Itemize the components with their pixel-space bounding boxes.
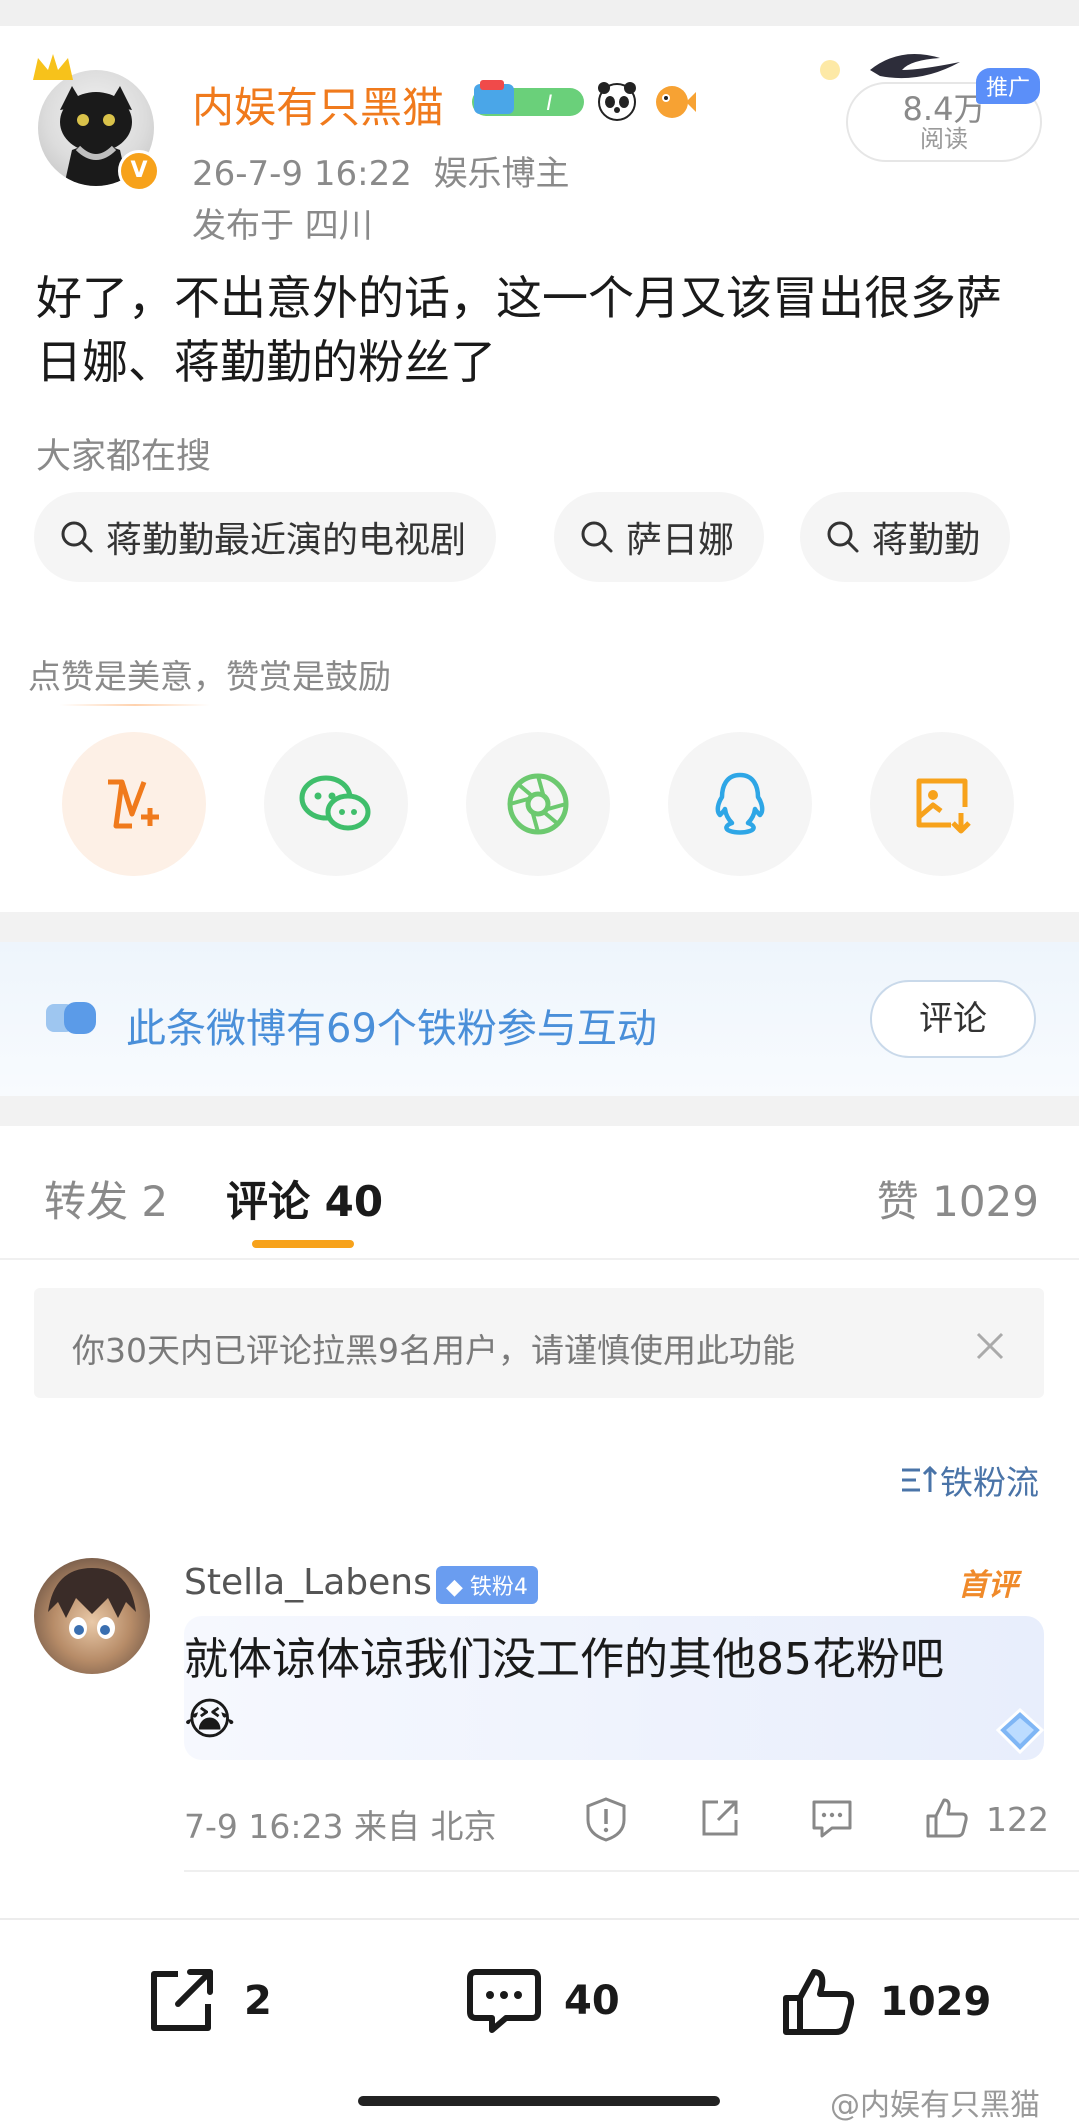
section-divider <box>0 912 1079 942</box>
moments-share-button[interactable] <box>466 732 610 876</box>
save-image-button[interactable] <box>870 732 1014 876</box>
diamond-icon: ◆ <box>446 1575 463 1600</box>
qq-icon <box>715 772 765 835</box>
verified-badge: V <box>118 150 160 192</box>
search-icon <box>827 521 859 553</box>
search-chip-1[interactable]: 蒋勤勤最近演的电视剧 <box>34 492 497 582</box>
qq-share-button[interactable] <box>668 732 812 876</box>
search-chip-3[interactable]: 蒋勤勤 <box>800 492 1011 582</box>
comment-meta: 7-9 16:23 来自 北京 <box>184 1807 497 1846</box>
share-comment-icon[interactable] <box>698 1796 742 1844</box>
read-label: 阅读 <box>920 125 968 153</box>
search-chip-2[interactable]: 萨日娜 <box>554 492 765 582</box>
weibo-watermark: @内娱有只黑猫 <box>830 2088 1040 2123</box>
active-tab-indicator <box>252 1240 354 1248</box>
save-image-icon <box>916 778 971 834</box>
panda-icon <box>596 80 638 126</box>
post-time-role: 26-7-9 16:22 娱乐博主 <box>192 146 569 195</box>
blacklist-notice-text: 你30天内已评论拉黑9名用户，请谨慎使用此功能 <box>72 1331 795 1370</box>
tab-repost[interactable]: 转发 2 <box>44 1168 168 1229</box>
search-icon <box>61 521 93 553</box>
wechat-share-button[interactable] <box>264 732 408 876</box>
post-text: 好了，不出意外的话，这一个月又该冒出很多萨日娜、蒋勤勤的粉丝了 <box>36 271 1002 389</box>
report-icon[interactable] <box>584 1796 628 1846</box>
praise-divider <box>60 704 210 706</box>
reply-icon[interactable] <box>810 1796 854 1844</box>
search-chip-label: 蒋勤勤最近演的电视剧 <box>106 520 467 561</box>
commenter-name[interactable]: Stella_Labens <box>184 1562 432 1603</box>
comment-body: 就体谅体谅我们没工作的其他85花粉吧 <box>184 1634 944 1685</box>
reward-icon <box>108 779 159 829</box>
home-indicator[interactable] <box>358 2096 720 2106</box>
sort-icon <box>902 1465 938 1492</box>
fan-level-badge: ◆ 铁粉4 <box>436 1566 538 1604</box>
post-timestamp: 26-7-9 16:22 <box>192 154 412 194</box>
repost-icon <box>151 1969 213 2031</box>
fan-level-icon: I <box>470 78 588 126</box>
repost-button[interactable]: 2 <box>146 1966 272 2036</box>
crying-emoji: 😭 <box>184 1694 236 1745</box>
wechat-icon <box>299 775 371 831</box>
search-icon <box>581 521 613 553</box>
author-role: 娱乐博主 <box>433 154 570 194</box>
praise-text: 点赞是美意，赞赏是鼓励 <box>28 657 391 696</box>
svg-text:I: I <box>546 90 552 115</box>
fan-comment-button[interactable]: 评论 <box>870 980 1036 1058</box>
comment-like-count: 122 <box>986 1800 1049 1839</box>
fish-icon <box>652 80 696 126</box>
reward-button[interactable] <box>62 732 206 876</box>
fan-bubble-icon <box>46 1000 98 1040</box>
search-chip-label: 蒋勤勤 <box>872 520 981 561</box>
ad-badge: 推广 <box>976 68 1041 104</box>
like-count: 1029 <box>880 1979 992 2025</box>
tab-divider <box>0 1258 1079 1260</box>
first-comment-badge: 首评 <box>958 1568 1018 1603</box>
comment-button[interactable]: 40 <box>466 1966 620 2036</box>
section-divider <box>0 1096 1079 1126</box>
close-icon[interactable] <box>970 1326 1010 1366</box>
post-location: 发布于 四川 <box>192 206 373 246</box>
like-button[interactable]: 1029 <box>780 1966 991 2038</box>
tab-like[interactable]: 赞 1029 <box>877 1168 1039 1229</box>
fan-interaction-text: 此条微博有69个铁粉参与互动 <box>126 1006 657 1052</box>
repost-count: 2 <box>244 1978 272 2024</box>
moments-icon <box>507 773 569 835</box>
tab-comment[interactable]: 评论 40 <box>226 1168 383 1229</box>
author-name[interactable]: 内娱有只黑猫 <box>192 74 444 135</box>
sort-fan-flow[interactable]: 铁粉流 <box>900 1456 1039 1504</box>
comment-text: 就体谅体谅我们没工作的其他85花粉吧 😭 <box>184 1630 1024 1750</box>
search-chip-label: 萨日娜 <box>626 520 735 561</box>
thumbs-up-icon <box>783 1969 855 2035</box>
comment-icon <box>467 1969 541 2033</box>
diamond-decoration-icon <box>990 1706 1050 1760</box>
top-edge <box>0 0 1079 26</box>
like-icon[interactable] <box>924 1796 970 1844</box>
comment-count: 40 <box>564 1978 620 2024</box>
search-section-label: 大家都在搜 <box>36 437 212 477</box>
comment-divider <box>184 1870 1079 1872</box>
sort-label: 铁粉流 <box>940 1463 1039 1502</box>
crown-icon <box>30 50 76 90</box>
fan-level-label: 铁粉4 <box>469 1575 528 1600</box>
commenter-avatar[interactable] <box>34 1558 150 1674</box>
